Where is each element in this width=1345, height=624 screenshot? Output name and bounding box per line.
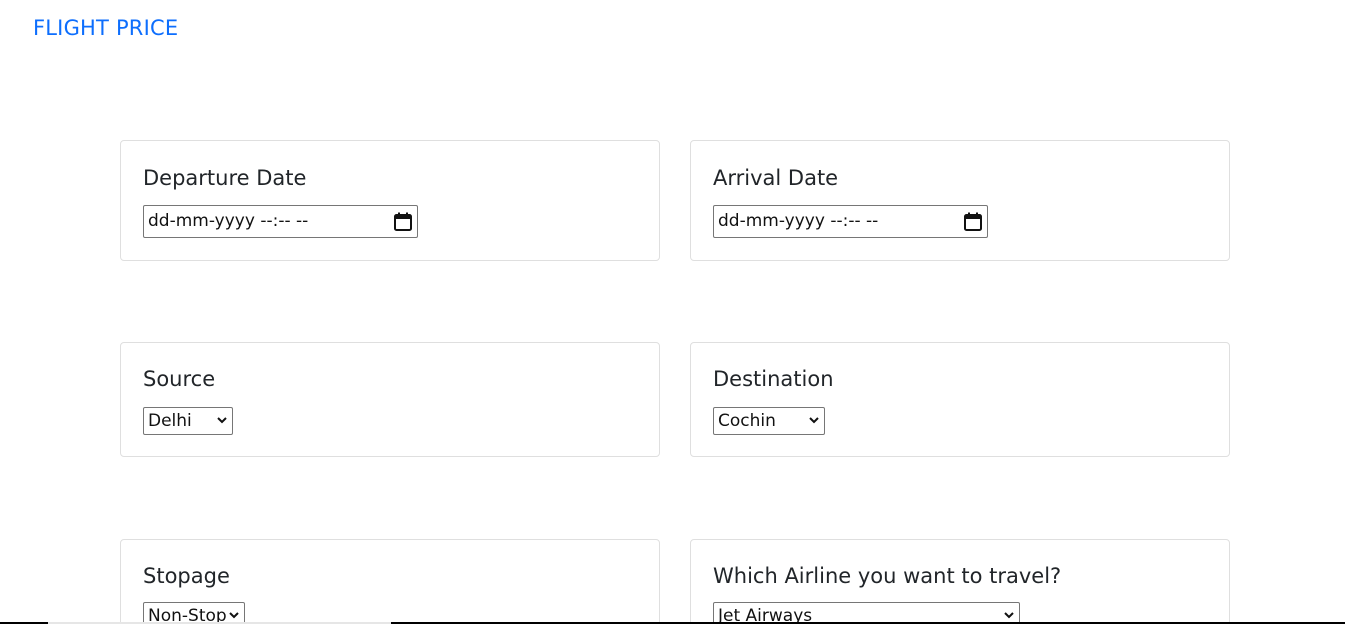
destination-label: Destination xyxy=(713,367,834,391)
source-select[interactable]: Delhi xyxy=(143,407,233,435)
departure-date-input[interactable]: dd-mm-yyyy --:-- -- xyxy=(143,205,418,238)
arrival-date-label: Arrival Date xyxy=(713,166,839,190)
departure-date-placeholder: dd-mm-yyyy --:-- -- xyxy=(148,211,309,231)
calendar-icon[interactable] xyxy=(964,212,982,231)
chevron-down-icon xyxy=(229,612,239,619)
arrival-date-input[interactable]: dd-mm-yyyy --:-- -- xyxy=(713,205,988,238)
stopage-card: Stopage Non-Stop xyxy=(120,539,660,624)
airline-card: Which Airline you want to travel? Jet Ai… xyxy=(690,539,1230,624)
chevron-down-icon xyxy=(809,417,819,424)
stopage-select[interactable]: Non-Stop xyxy=(143,602,245,624)
stopage-label: Stopage xyxy=(143,564,230,588)
source-label: Source xyxy=(143,367,216,391)
destination-selected-value: Cochin xyxy=(718,411,776,431)
brand-link[interactable]: FLIGHT PRICE xyxy=(33,16,178,40)
arrival-date-card: Arrival Date dd-mm-yyyy --:-- -- xyxy=(690,140,1230,261)
chevron-down-icon xyxy=(1004,612,1014,619)
departure-date-label: Departure Date xyxy=(143,166,307,190)
source-card: Source Delhi xyxy=(120,342,660,457)
destination-card: Destination Cochin xyxy=(690,342,1230,457)
source-selected-value: Delhi xyxy=(148,411,192,431)
arrival-date-placeholder: dd-mm-yyyy --:-- -- xyxy=(718,211,879,231)
airline-select[interactable]: Jet Airways xyxy=(713,602,1020,624)
airline-label: Which Airline you want to travel? xyxy=(713,564,1062,588)
calendar-icon[interactable] xyxy=(394,212,412,231)
chevron-down-icon xyxy=(217,417,227,424)
destination-select[interactable]: Cochin xyxy=(713,407,825,435)
departure-date-card: Departure Date dd-mm-yyyy --:-- -- xyxy=(120,140,660,261)
